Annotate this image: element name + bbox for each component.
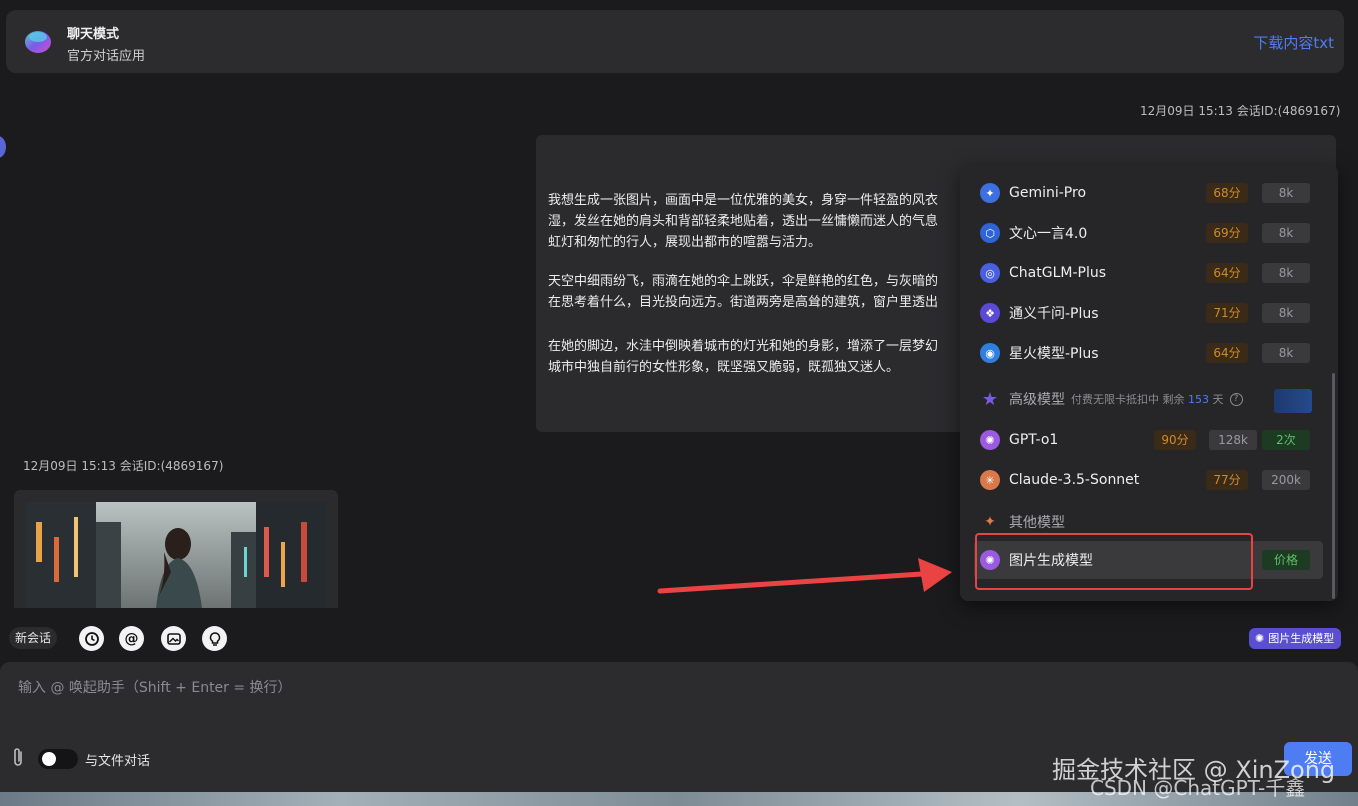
context-badge: 8k: [1262, 223, 1310, 243]
app-logo-icon: [25, 31, 51, 53]
price-badge: 64分: [1206, 263, 1248, 283]
at-icon: @: [124, 630, 139, 647]
claude-icon: ✳: [980, 470, 1000, 490]
image-icon: [166, 632, 181, 645]
openai-icon: ✺: [1255, 632, 1265, 645]
model-name: 文心一言4.0: [1009, 226, 1088, 242]
context-badge: 200k: [1262, 470, 1310, 490]
wenxin-icon: ⬡: [980, 223, 1000, 243]
model-option-qwen[interactable]: ❖ 通义千问-Plus 71分 8k: [980, 299, 1320, 327]
qwen-icon: ❖: [980, 303, 1000, 323]
message-input[interactable]: 输入 @ 唤起助手（Shift + Enter = 换行）: [18, 677, 292, 697]
file-chat-toggle[interactable]: [38, 749, 78, 769]
selected-model-chip[interactable]: ✺ 图片生成模型: [1249, 628, 1342, 649]
history-button[interactable]: [79, 626, 104, 651]
generated-image-card: [14, 490, 338, 608]
star-icon: ★: [981, 388, 999, 410]
avatar: [0, 136, 6, 158]
user-message-meta: 12月09日 15:13 会话ID:(4869167): [1140, 104, 1341, 118]
model-name: 星火模型-Plus: [1009, 346, 1099, 362]
lightbulb-icon: [209, 631, 220, 646]
file-chat-label: 与文件对话: [85, 754, 151, 769]
model-option-chatglm[interactable]: ◎ ChatGLM-Plus 64分 8k: [980, 259, 1320, 287]
price-badge: 69分: [1206, 223, 1248, 243]
price-badge: 64分: [1206, 343, 1248, 363]
section-title: 其他模型: [1009, 515, 1065, 531]
model-name: Claude-3.5-Sonnet: [1009, 472, 1140, 488]
assistant-message-meta: 12月09日 15:13 会话ID:(4869167): [23, 459, 224, 473]
history-icon: [84, 631, 99, 646]
model-option-claude[interactable]: ✳ Claude-3.5-Sonnet 77分 200k: [980, 466, 1320, 494]
price-badge: 68分: [1206, 183, 1248, 203]
spark-icon: ◉: [980, 343, 1000, 363]
download-txt-link[interactable]: 下载内容txt: [1253, 32, 1334, 53]
mention-button[interactable]: @: [119, 626, 144, 651]
model-dropdown: ✦ Gemini-Pro 68分 8k ⬡ 文心一言4.0 69分 8k ◎ C…: [960, 165, 1338, 601]
model-name: 通义千问-Plus: [1009, 306, 1099, 322]
price-badge: 77分: [1206, 470, 1248, 490]
context-badge: 8k: [1262, 183, 1310, 203]
selected-model-label: 图片生成模型: [1268, 632, 1335, 645]
model-option-gpt-o1[interactable]: ✺ GPT-o1 90分 128k 2次: [980, 426, 1320, 454]
help-icon[interactable]: ?: [1229, 392, 1243, 406]
context-badge: 128k: [1209, 430, 1257, 450]
other-models-section: ✦ 其他模型: [980, 510, 1065, 534]
message-paragraph: 天空中细雨纷飞，雨滴在她的伞上跳跃，伞是鲜艳的红色，与灰暗的 在思考着什么，目光…: [548, 274, 939, 310]
highlight-box: [975, 533, 1253, 590]
attachment-icon[interactable]: [10, 746, 26, 768]
sparkle-icon: ✦: [984, 514, 996, 530]
page-title: 聊天模式: [67, 27, 120, 42]
section-decoration: [1274, 389, 1312, 413]
message-paragraph: 我想生成一张图片，画面中是一位优雅的美女，身穿一件轻盈的风衣 湿，发丝在她的肩头…: [548, 193, 939, 250]
section-title: 高级模型: [1009, 392, 1065, 408]
model-name: GPT-o1: [1009, 432, 1059, 448]
generated-image[interactable]: [26, 502, 326, 608]
idea-button[interactable]: [202, 626, 227, 651]
context-badge: 8k: [1262, 303, 1310, 323]
dropdown-scrollbar[interactable]: [1332, 373, 1335, 599]
message-paragraph: 在她的脚边，水洼中倒映着城市的灯光和她的身影，增添了一层梦幻 城市中独自前行的女…: [548, 339, 939, 375]
price-tag[interactable]: 价格: [1262, 550, 1310, 570]
advanced-models-section: ★ 高级模型 付费无限卡抵扣中 剩余 153 天 ?: [980, 387, 1243, 411]
chat-header: 聊天模式 官方对话应用 下载内容txt: [6, 10, 1344, 73]
model-option-gemini-pro[interactable]: ✦ Gemini-Pro 68分 8k: [980, 179, 1320, 207]
chatglm-icon: ◎: [980, 263, 1000, 283]
model-option-wenxin[interactable]: ⬡ 文心一言4.0 69分 8k: [980, 219, 1320, 247]
model-name: ChatGLM-Plus: [1009, 265, 1106, 281]
gemini-icon: ✦: [980, 183, 1000, 203]
model-name: Gemini-Pro: [1009, 185, 1087, 201]
model-option-spark[interactable]: ◉ 星火模型-Plus 64分 8k: [980, 339, 1320, 367]
usage-count-badge: 2次: [1262, 430, 1310, 450]
context-badge: 8k: [1262, 343, 1310, 363]
page-subtitle: 官方对话应用: [67, 49, 146, 64]
subscription-note: 付费无限卡抵扣中 剩余 153 天: [1071, 393, 1224, 406]
watermark-line-2: CSDN @ChatGPT-千鑫: [1090, 776, 1306, 800]
image-button[interactable]: [161, 626, 186, 651]
context-badge: 8k: [1262, 263, 1310, 283]
price-badge: 71分: [1206, 303, 1248, 323]
openai-icon: ✺: [980, 430, 1000, 450]
price-badge: 90分: [1154, 430, 1196, 450]
new-chat-button[interactable]: 新会话: [9, 627, 58, 649]
